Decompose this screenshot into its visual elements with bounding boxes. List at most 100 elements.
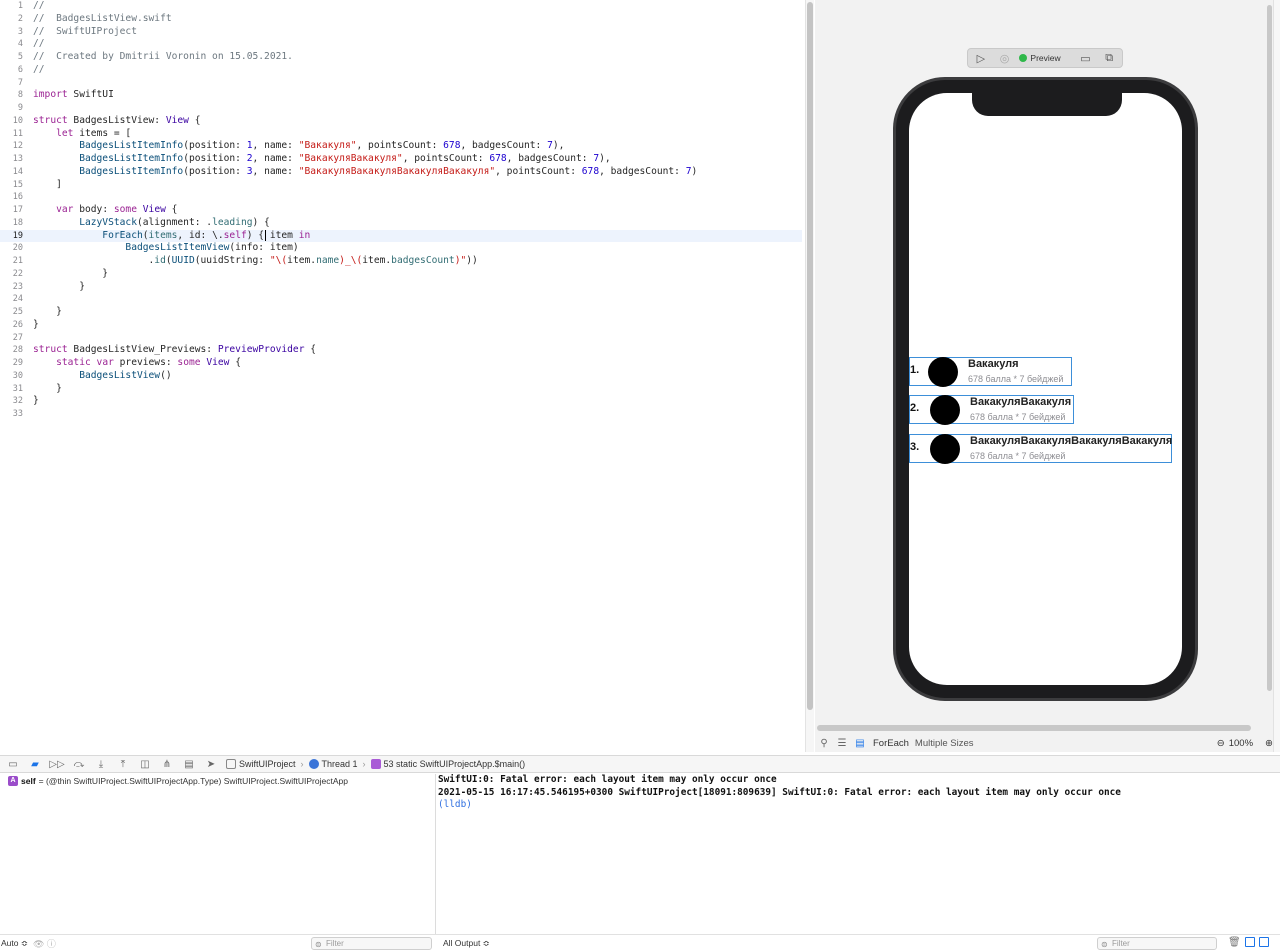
simulate-location-icon[interactable]: ➤: [200, 757, 222, 771]
code-line[interactable]: 23 }: [0, 281, 802, 294]
canvas-horizontal-scrollbar[interactable]: [817, 725, 1251, 731]
code-line[interactable]: 29 static var previews: some View {: [0, 357, 802, 370]
device-icon[interactable]: ▭: [1077, 51, 1095, 65]
adjust-icon[interactable]: ☰: [833, 738, 851, 749]
line-number[interactable]: 26: [0, 319, 23, 332]
line-number[interactable]: 23: [0, 281, 23, 294]
step-out-icon[interactable]: ⤒: [112, 757, 134, 771]
line-number[interactable]: 30: [0, 370, 23, 383]
canvas-vertical-scrollbar[interactable]: [1267, 5, 1272, 691]
code-line[interactable]: 3 // SwiftUIProject: [0, 26, 802, 39]
line-number[interactable]: 24: [0, 293, 23, 306]
code-line[interactable]: 31 }: [0, 383, 802, 396]
environment-overrides-icon[interactable]: ▤: [178, 757, 200, 771]
line-number[interactable]: 25: [0, 306, 23, 319]
code-line[interactable]: 18 LazyVStack(alignment: .leading) {: [0, 217, 802, 230]
console-output[interactable]: SwiftUI:0: Fatal error: each layout item…: [437, 774, 1280, 934]
editor-scrollbar-thumb[interactable]: [807, 2, 813, 710]
code-line[interactable]: 14 BadgesListItemInfo(position: 3, name:…: [0, 166, 802, 179]
code-editor[interactable]: 1//2// BadgesListView.swift 3// SwiftUIPr…: [0, 0, 806, 752]
line-number[interactable]: 21: [0, 255, 23, 268]
code-line[interactable]: 16: [0, 191, 802, 204]
line-number[interactable]: 4: [0, 38, 23, 51]
code-line[interactable]: 22 }: [0, 268, 802, 281]
code-line[interactable]: 8 import SwiftUI: [0, 89, 802, 102]
line-number[interactable]: 8: [0, 89, 23, 102]
code-line[interactable]: 26}: [0, 319, 802, 332]
preview-canvas[interactable]: ▷ ◎ Preview ▭ ⧉ 1. Вакакуля 678 балла * …: [815, 0, 1273, 752]
code-line[interactable]: 27: [0, 332, 802, 345]
line-number[interactable]: 22: [0, 268, 23, 281]
breadcrumb-frame[interactable]: 53 static SwiftUIProjectApp.$main(): [384, 759, 526, 769]
editor-scrollbar[interactable]: [805, 0, 814, 752]
view-debugger-icon[interactable]: ◫: [134, 757, 156, 771]
console-filter-field[interactable]: ⊜ Filter: [1097, 937, 1217, 950]
line-number[interactable]: 31: [0, 383, 23, 396]
code-line[interactable]: 2 // BadgesListView.swift: [0, 13, 802, 26]
code-line[interactable]: 1 //: [0, 0, 802, 13]
code-line[interactable]: 9: [0, 102, 802, 115]
variable-row[interactable]: A self = (@thin SwiftUIProject.SwiftUIPr…: [8, 776, 348, 786]
line-number[interactable]: 9: [0, 102, 23, 115]
code-line[interactable]: 13 BadgesListItemInfo(position: 2, name:…: [0, 153, 802, 166]
line-number[interactable]: 10: [0, 115, 23, 128]
code-line[interactable]: 30 BadgesListView(): [0, 370, 802, 383]
line-number[interactable]: 5: [0, 51, 23, 64]
inspect-icon[interactable]: ◎: [996, 51, 1014, 65]
code-line[interactable]: 17 var body: some View {: [0, 204, 802, 217]
code-line[interactable]: 12 BadgesListItemInfo(position: 1, name:…: [0, 140, 802, 153]
breadcrumb-project[interactable]: SwiftUIProject: [239, 759, 296, 769]
code-line[interactable]: 4 //: [0, 38, 802, 51]
zoom-out-icon[interactable]: ⊖: [1217, 738, 1225, 749]
line-number[interactable]: 28: [0, 344, 23, 357]
code-line[interactable]: 5 // Created by Dmitrii Voronin on 15.05.…: [0, 51, 802, 64]
line-number[interactable]: 15: [0, 179, 23, 192]
list-item[interactable]: 3. ВакакуляВакакуляВакакуляВакакуля 678 …: [909, 434, 1172, 464]
zoom-level[interactable]: 100%: [1229, 738, 1253, 749]
variables-scope-select[interactable]: Auto ≎: [1, 938, 28, 949]
step-over-icon[interactable]: ⤼: [68, 757, 90, 771]
list-item[interactable]: 1. Вакакуля 678 балла * 7 бейджей: [909, 357, 1072, 387]
trash-icon[interactable]: 🗑: [1228, 937, 1241, 948]
show-console-pane-icon[interactable]: [1258, 937, 1269, 947]
play-circle-icon[interactable]: ▷: [972, 51, 990, 65]
continue-icon[interactable]: ▷▷: [46, 757, 68, 771]
code-line[interactable]: 11 let items = [: [0, 128, 802, 141]
line-number[interactable]: 18: [0, 217, 23, 230]
selected-component[interactable]: ForEach: [873, 738, 909, 749]
line-number[interactable]: 32: [0, 395, 23, 408]
line-number[interactable]: 20: [0, 242, 23, 255]
code-line[interactable]: 24: [0, 293, 802, 306]
code-line[interactable]: 21 .id(UUID(uuidString: "\(item.name)_\(…: [0, 255, 802, 268]
line-number[interactable]: 7: [0, 77, 23, 90]
code-line[interactable]: 19 ForEach(items, id: \.self) { item in: [0, 229, 802, 243]
console-prompt[interactable]: (lldb): [438, 799, 472, 810]
line-number[interactable]: 13: [0, 153, 23, 166]
list-item[interactable]: 2. ВакакуляВакакуля 678 балла * 7 бейдже…: [909, 395, 1074, 425]
code-line[interactable]: 20 BadgesListItemView(info: item): [0, 242, 802, 255]
code-line[interactable]: 7: [0, 77, 802, 90]
code-line[interactable]: 28 struct BadgesListView_Previews: Previe…: [0, 344, 802, 357]
pin-icon[interactable]: ⚲: [815, 738, 833, 749]
zoom-in-icon[interactable]: ⊕: [1265, 738, 1273, 749]
line-number[interactable]: 2: [0, 13, 23, 26]
line-number[interactable]: 11: [0, 128, 23, 141]
line-number[interactable]: 29: [0, 357, 23, 370]
show-variables-pane-icon[interactable]: [1244, 937, 1255, 947]
code-line[interactable]: 33: [0, 408, 802, 421]
line-number[interactable]: 12: [0, 140, 23, 153]
hide-debug-area-icon[interactable]: ▭: [2, 757, 24, 771]
variant-label[interactable]: Multiple Sizes: [915, 738, 974, 749]
line-number[interactable]: 16: [0, 191, 23, 204]
line-number[interactable]: 27: [0, 332, 23, 345]
step-into-icon[interactable]: ⤓: [90, 757, 112, 771]
breadcrumb-thread[interactable]: Thread 1: [322, 759, 358, 769]
variables-view[interactable]: A self = (@thin SwiftUIProject.SwiftUIPr…: [0, 774, 436, 934]
line-number[interactable]: 17: [0, 204, 23, 217]
line-number[interactable]: 19: [0, 230, 23, 243]
eye-info-icons[interactable]: 👁 ⓘ: [33, 937, 56, 950]
memory-graph-icon[interactable]: ⋔: [156, 757, 178, 771]
code-line[interactable]: 10 struct BadgesListView: View {: [0, 115, 802, 128]
variables-filter-field[interactable]: ⊜ Filter: [311, 937, 432, 950]
code-line[interactable]: 6 //: [0, 64, 802, 77]
